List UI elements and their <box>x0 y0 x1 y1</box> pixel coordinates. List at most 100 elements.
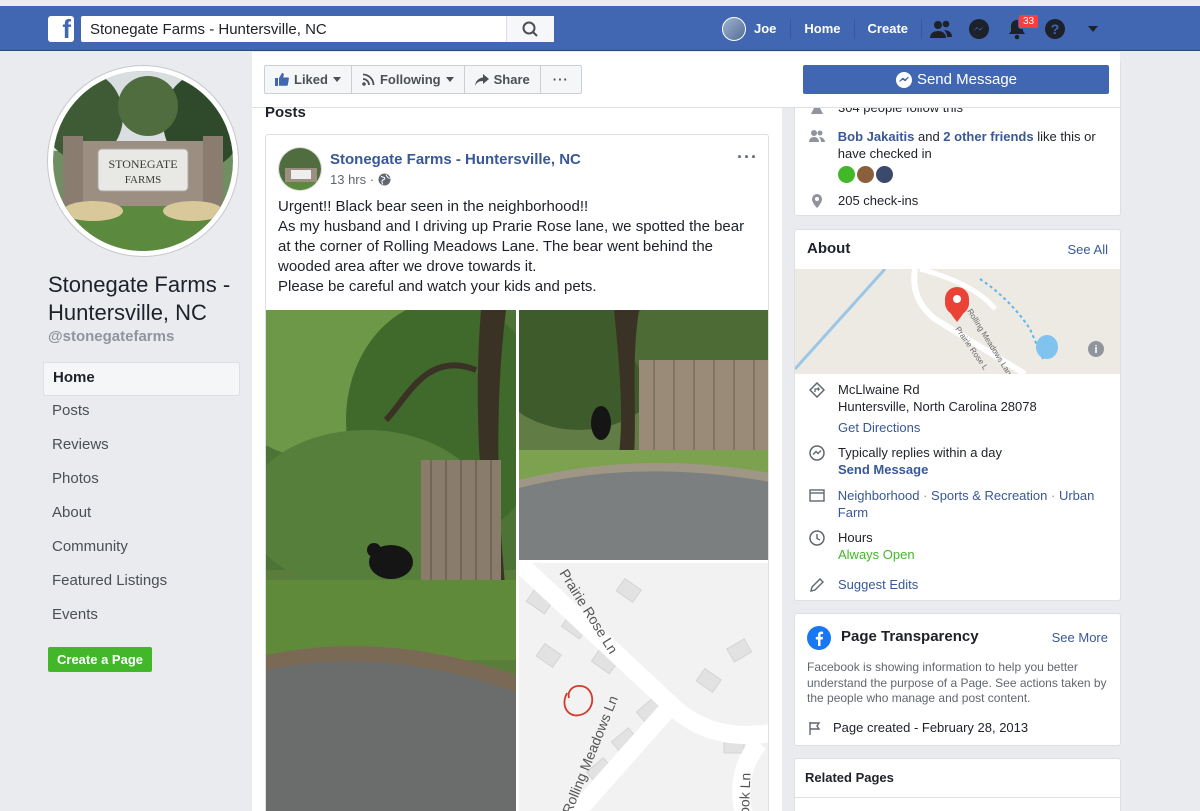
chevron-down-icon <box>445 77 454 82</box>
post-body: Urgent!! Black bear seen in the neighbor… <box>278 197 758 297</box>
top-navigation-bar: f Joe Home Create 33 ? <box>0 6 1200 51</box>
home-link[interactable]: Home <box>791 18 855 39</box>
page-created-text: Page created - February 28, 2013 <box>833 720 1029 735</box>
post-photo-3-map[interactable]: Prairie Rose Ln Rolling Meadows Ln ook L… <box>519 563 768 811</box>
search-icon <box>522 21 538 37</box>
search-input[interactable] <box>81 16 506 42</box>
about-card: About See All Rolling Meadows Lane Prair… <box>794 229 1121 601</box>
friend-avatars <box>837 166 1097 183</box>
avatar <box>722 16 746 41</box>
top-nav-links: Joe Home Create 33 ? <box>722 6 1112 51</box>
account-menu-button[interactable] <box>1074 6 1112 51</box>
post-author-avatar[interactable] <box>278 147 322 191</box>
search-button[interactable] <box>506 16 554 42</box>
clock-icon <box>809 530 825 546</box>
profile-photo: STONEGATE FARMS <box>53 71 233 251</box>
globe-icon <box>378 173 391 186</box>
about-map[interactable]: Rolling Meadows Lane Prairie Rose L i <box>795 266 1120 381</box>
about-title: About <box>807 240 851 257</box>
page-sidebar-nav: Home Posts Reviews Photos About Communit… <box>43 362 240 634</box>
posts-section-heading: Posts <box>265 104 306 121</box>
replies-row: Typically replies within a day Send Mess… <box>807 444 1002 478</box>
sidebar-item-reviews[interactable]: Reviews <box>43 430 240 464</box>
suggest-edits-link[interactable]: Suggest Edits <box>838 576 918 593</box>
friend-link-bob[interactable]: Bob Jakaitis <box>838 129 915 144</box>
category-icon <box>809 489 825 502</box>
map-street-label: ook Ln <box>736 773 753 811</box>
post-text-line: As my husband and I driving up Prarie Ro… <box>278 218 745 275</box>
share-button[interactable]: Share <box>465 66 541 93</box>
more-options-button[interactable]: ··· <box>541 66 581 93</box>
send-message-link[interactable]: Send Message <box>838 461 1002 478</box>
sidebar-item-community[interactable]: Community <box>43 532 240 566</box>
sidebar-item-about[interactable]: About <box>43 498 240 532</box>
post-text-line: Urgent!! Black bear seen in the neighbor… <box>278 198 589 215</box>
category-neighborhood-link[interactable]: Neighborhood <box>838 488 920 503</box>
chevron-down-icon <box>332 77 341 82</box>
categories-row: Neighborhood · Sports & Recreation · Urb… <box>807 487 1097 521</box>
svg-text:?: ? <box>1051 21 1060 37</box>
friends-icon <box>930 20 952 38</box>
sidebar-item-events[interactable]: Events <box>43 600 240 634</box>
address-line-1: McLlwaine Rd <box>838 382 920 397</box>
facebook-circle-icon <box>807 626 831 650</box>
transparency-description: Facebook is showing information to help … <box>807 660 1107 705</box>
address-row: McLlwaine Rd Huntersville, North Carolin… <box>807 381 1037 436</box>
sidebar-item-photos[interactable]: Photos <box>43 464 240 498</box>
send-message-button[interactable]: Send Message <box>803 65 1109 94</box>
hours-label: Hours <box>838 530 873 545</box>
page-title: Stonegate Farms - Huntersville, NC <box>48 272 231 325</box>
sidebar-item-home[interactable]: Home <box>43 362 240 396</box>
user-name: Joe <box>754 21 777 36</box>
help-button[interactable]: ? <box>1036 6 1074 51</box>
messenger-button[interactable] <box>960 6 998 51</box>
location-pin-icon <box>812 194 822 208</box>
page-created-row: Page created - February 28, 2013 <box>807 719 1028 736</box>
suggest-edits-row[interactable]: Suggest Edits <box>807 576 918 593</box>
post-card: Stonegate Farms - Huntersville, NC 13 hr… <box>265 134 769 811</box>
messenger-outline-icon <box>809 445 825 461</box>
post-timestamp[interactable]: 13 hrs · <box>330 172 391 187</box>
rss-icon <box>362 73 375 86</box>
facebook-logo-icon[interactable]: f <box>48 14 74 44</box>
checkins-count: 205 check-ins <box>838 193 919 208</box>
profile-link[interactable]: Joe <box>722 16 792 41</box>
post-author-link[interactable]: Stonegate Farms - Huntersville, NC <box>330 151 581 168</box>
avatar[interactable] <box>837 166 855 183</box>
other-friends-link[interactable]: 2 other friends <box>943 129 1033 144</box>
divider <box>795 797 1120 798</box>
directions-icon <box>809 382 825 398</box>
avatar[interactable] <box>856 166 874 183</box>
messenger-icon <box>969 18 989 39</box>
about-see-all-link[interactable]: See All <box>1068 242 1108 257</box>
help-icon: ? <box>1045 18 1065 39</box>
liked-button[interactable]: Liked <box>265 66 352 93</box>
profile-picture[interactable]: STONEGATE FARMS <box>48 66 238 256</box>
notifications-button[interactable]: 33 <box>998 6 1040 51</box>
share-icon <box>474 73 489 86</box>
post-photo-2[interactable] <box>519 310 768 560</box>
post-options-button[interactable]: ··· <box>737 147 758 168</box>
page-transparency-card: Page Transparency See More Facebook is s… <box>794 613 1121 746</box>
hours-row: Hours Always Open <box>807 529 915 563</box>
hours-value: Always Open <box>838 547 915 562</box>
sidebar-item-featured-listings[interactable]: Featured Listings <box>43 566 240 600</box>
following-button[interactable]: Following <box>352 66 465 93</box>
thumbs-up-icon <box>275 73 289 86</box>
category-sports-link[interactable]: Sports & Recreation <box>931 488 1047 503</box>
page-handle[interactable]: @stonegatefarms <box>48 328 174 345</box>
address-line-2: Huntersville, North Carolina 28078 <box>838 399 1037 414</box>
friend-requests-button[interactable] <box>922 6 960 51</box>
post-photo-1[interactable] <box>266 310 516 811</box>
people-icon <box>808 130 825 142</box>
page-action-bar: Liked Following Share ··· Send Message <box>252 52 1120 108</box>
post-text-line: Please be careful and watch your kids an… <box>278 278 597 295</box>
sidebar-item-posts[interactable]: Posts <box>43 396 240 430</box>
entrance-sign-image: STONEGATE FARMS <box>53 71 233 251</box>
transparency-see-more-link[interactable]: See More <box>1052 630 1108 645</box>
avatar[interactable] <box>875 166 893 183</box>
create-page-button[interactable]: Create a Page <box>48 647 152 672</box>
create-link[interactable]: Create <box>855 18 922 39</box>
get-directions-link[interactable]: Get Directions <box>838 419 1037 436</box>
pencil-icon <box>810 578 824 592</box>
